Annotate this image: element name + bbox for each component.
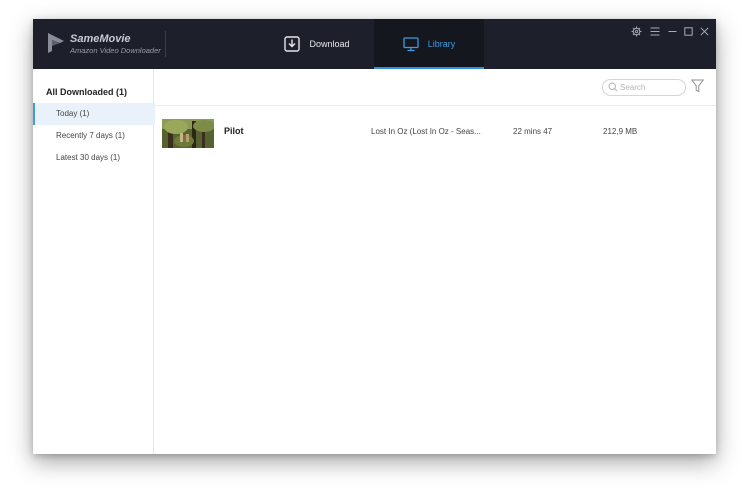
search-input[interactable] (620, 81, 680, 93)
library-content: Pilot Lost In Oz (Lost In Oz - Seas... 2… (154, 69, 716, 454)
sidebar-item-today[interactable]: Today (1) (33, 103, 155, 125)
minimize-button[interactable] (666, 25, 678, 37)
monitor-icon (403, 36, 419, 51)
tab-library[interactable]: Library (374, 19, 484, 69)
sidebar-item-label: Latest 30 days (1) (56, 153, 121, 162)
tab-download[interactable]: Download (261, 19, 373, 69)
sidebar-item-latest-30-days[interactable]: Latest 30 days (1) (33, 147, 153, 169)
app-subtitle: Amazon Video Downloader (70, 46, 161, 55)
maximize-button[interactable] (682, 25, 694, 37)
sidebar-header[interactable]: All Downloaded (1) (46, 87, 127, 97)
library-toolbar (154, 69, 716, 106)
download-icon (284, 36, 301, 52)
gear-icon (631, 26, 641, 36)
title-bar: SameMovie Amazon Video Downloader Downlo… (33, 19, 716, 69)
settings-button[interactable] (630, 25, 642, 37)
filter-button[interactable] (690, 79, 705, 93)
close-icon (699, 26, 709, 36)
video-title: Pilot (224, 126, 244, 136)
sidebar-item-label: Today (1) (56, 109, 90, 118)
video-size: 212,9 MB (603, 127, 638, 136)
search-icon (608, 82, 618, 92)
video-duration: 22 mins 47 (513, 127, 553, 136)
sidebar-item-label: Recently 7 days (1) (56, 131, 125, 140)
tab-library-label: Library (427, 39, 456, 49)
minimize-icon (668, 30, 676, 32)
menu-icon (650, 27, 660, 35)
search-box[interactable] (602, 79, 686, 96)
maximize-icon (683, 26, 693, 36)
sidebar-item-recent-7-days[interactable]: Recently 7 days (1) (33, 125, 153, 147)
list-item[interactable]: Pilot Lost In Oz (Lost In Oz - Seas... 2… (154, 115, 716, 151)
close-button[interactable] (698, 25, 710, 37)
video-thumbnail (162, 119, 214, 148)
menu-button[interactable] (649, 25, 661, 37)
brand-divider (165, 31, 166, 57)
video-series: Lost In Oz (Lost In Oz - Seas... (371, 127, 481, 136)
sidebar: All Downloaded (1) Today (1) Recently 7 … (33, 69, 155, 454)
app-name: SameMovie (70, 33, 131, 45)
filter-icon (690, 79, 705, 93)
tab-download-label: Download (309, 39, 350, 49)
samemovie-logo-icon (48, 33, 64, 53)
app-window: SameMovie Amazon Video Downloader Downlo… (33, 19, 716, 454)
